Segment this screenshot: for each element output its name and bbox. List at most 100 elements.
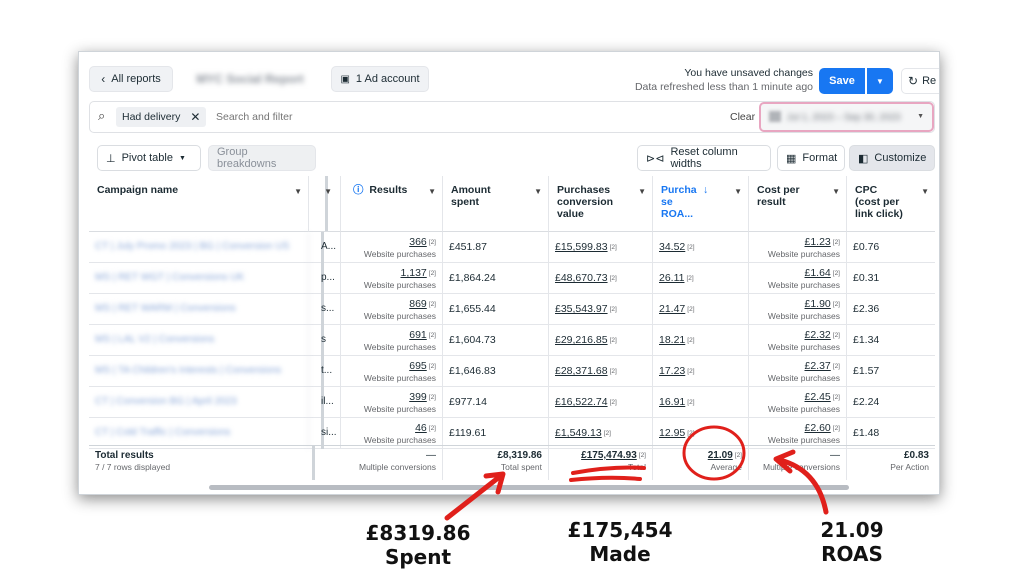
refresh-button[interactable]: ↻ Re: [901, 68, 939, 94]
campaign-name-cell[interactable]: MS | LAL V2 | Conversions: [89, 325, 309, 356]
totals-row: Total results 7 / 7 rows displayed — Mul…: [89, 445, 935, 480]
caret-down-icon: ▼: [178, 154, 186, 162]
results-cell: 869 [2] Website purchases: [341, 294, 443, 325]
results-cell: 695 [2] Website purchases: [341, 356, 443, 387]
pivot-table-button[interactable]: ⊥ Pivot table ▼: [97, 145, 201, 171]
column-header-amount-spent[interactable]: Amount spent ▼: [443, 176, 549, 232]
info-icon: [2]: [687, 243, 695, 251]
campaign-name-cell[interactable]: MS | TA Children's Interests | Conversio…: [89, 356, 309, 387]
sort-descending-icon[interactable]: ↓: [703, 184, 708, 196]
column-header-collapsed[interactable]: ▼: [315, 176, 341, 232]
info-icon: [2]: [687, 429, 695, 437]
info-icon: [2]: [603, 429, 611, 437]
table-row[interactable]: MS | RET WGT | Conversions UK p... 1,137…: [89, 263, 935, 294]
cost-per-result-cell: £1.64 [2] Website purchases: [749, 263, 847, 294]
refresh-icon: ↻: [908, 74, 919, 88]
campaign-name-cell[interactable]: CT | Conversion BG | April 2023: [89, 387, 309, 418]
caret-down-icon[interactable]: ▼: [921, 186, 929, 198]
annotation-roas: 21.09 ROAS: [820, 518, 884, 566]
report-name[interactable]: MYC Social Report: [179, 66, 321, 92]
back-to-all-reports-button[interactable]: ‹ All reports: [89, 66, 173, 92]
caret-down-icon[interactable]: ▼: [428, 186, 436, 198]
column-header-results[interactable]: ⓘ Results ▼: [341, 176, 443, 232]
group-breakdowns-button[interactable]: Group breakdowns: [208, 145, 316, 171]
table-row[interactable]: CT | July Promo 2023 | BG | Conversion U…: [89, 232, 935, 263]
info-icon: [2]: [428, 362, 436, 370]
info-icon: [2]: [687, 336, 695, 344]
table-row[interactable]: MS | LAL V2 | Conversions s 691 [2] Websi…: [89, 325, 935, 356]
info-icon: [2]: [687, 305, 695, 313]
purchases-conversion-value-cell: £48,670.73 [2]: [549, 263, 653, 294]
clear-filters-link[interactable]: Clear: [730, 111, 755, 123]
save-button[interactable]: Save: [819, 68, 865, 94]
column-header-purchases-conversion-value[interactable]: Purchases conversion value ▼: [549, 176, 653, 232]
purchase-roas-cell: 17.23 [2]: [653, 356, 749, 387]
info-icon[interactable]: ⓘ: [353, 184, 364, 196]
format-button[interactable]: ▦ Format: [777, 145, 845, 171]
info-icon: [2]: [428, 424, 436, 432]
collapsed-column-cell: A...: [315, 232, 341, 263]
caret-down-icon: ▼: [917, 113, 924, 120]
column-header-cpc[interactable]: CPC (cost per link click) ▼: [847, 176, 935, 232]
collapsed-column-cell: p...: [315, 263, 341, 294]
cpc-cell: £1.34: [853, 334, 880, 346]
amount-spent-cell: £1,646.83: [443, 356, 549, 387]
collapsed-column-cell: s...: [315, 294, 341, 325]
campaign-name-cell[interactable]: MS | RET WARM | Conversions: [89, 294, 309, 325]
customize-icon: ◧: [858, 152, 869, 165]
close-icon[interactable]: ✕: [190, 110, 200, 124]
info-icon: [2]: [686, 274, 694, 282]
info-icon: [2]: [609, 367, 617, 375]
cpc-cell: £0.76: [853, 241, 880, 253]
collapsed-column-cell: il...: [315, 387, 341, 418]
collapsed-column-cell: t...: [315, 356, 341, 387]
collapsed-column-cell: s: [315, 325, 341, 356]
amount-spent-cell: £977.14: [443, 387, 549, 418]
purchase-roas-cell: 26.11 [2]: [653, 263, 749, 294]
caret-down-icon[interactable]: ▼: [734, 186, 742, 198]
ad-account-selector[interactable]: ▣ 1 Ad account: [331, 66, 429, 92]
cost-per-result-cell: £2.32 [2] Website purchases: [749, 325, 847, 356]
purchases-conversion-value-cell: £15,599.83 [2]: [549, 232, 653, 263]
table-row[interactable]: MS | RET WARM | Conversions s... 869 [2] …: [89, 294, 935, 325]
campaign-name-cell[interactable]: MS | RET WGT | Conversions UK: [89, 263, 309, 294]
caret-down-icon[interactable]: ▼: [294, 186, 302, 198]
caret-down-icon[interactable]: ▼: [324, 186, 332, 198]
save-options-dropdown[interactable]: ▼: [867, 68, 893, 94]
annotation-made: £175,454 Made: [567, 518, 673, 566]
date-range-picker[interactable]: Jul 1, 2023 – Sep 30, 2023 ▼: [759, 102, 934, 132]
filter-chip-had-delivery[interactable]: Had delivery ✕: [116, 107, 207, 127]
ad-account-icon: ▣: [340, 73, 350, 85]
table-row[interactable]: MS | TA Children's Interests | Conversio…: [89, 356, 935, 387]
purchase-roas-cell: 16.91 [2]: [653, 387, 749, 418]
horizontal-scrollbar[interactable]: [209, 485, 849, 490]
info-icon: [2]: [734, 451, 742, 459]
caret-down-icon[interactable]: ▼: [832, 186, 840, 198]
column-header-purchase-roas[interactable]: Purcha se ROA... ↓ ▼: [653, 176, 749, 232]
column-header-campaign-name[interactable]: Campaign name ▼: [89, 176, 309, 232]
purchases-conversion-value-cell: £16,522.74 [2]: [549, 387, 653, 418]
campaign-name-cell[interactable]: CT | July Promo 2023 | BG | Conversion U…: [89, 232, 309, 263]
purchase-roas-cell: 34.52 [2]: [653, 232, 749, 263]
purchases-conversion-value-cell: £28,371.68 [2]: [549, 356, 653, 387]
cost-per-result-cell: £1.23 [2] Website purchases: [749, 232, 847, 263]
column-header-cost-per-result[interactable]: Cost per result ▼: [749, 176, 847, 232]
purchase-roas-cell: 21.47 [2]: [653, 294, 749, 325]
search-filter-input[interactable]: [216, 108, 516, 126]
info-icon: [2]: [609, 243, 617, 251]
info-icon: [2]: [428, 331, 436, 339]
cost-per-result-cell: £2.37 [2] Website purchases: [749, 356, 847, 387]
pivot-table-icon: ⊥: [106, 152, 116, 165]
customize-button[interactable]: ◧ Customize: [849, 145, 935, 171]
format-icon: ▦: [786, 152, 797, 165]
annotation-spent: £8319.86 Spent: [365, 521, 471, 569]
reset-column-widths-button[interactable]: ⊳⊲ Reset column widths: [637, 145, 771, 171]
info-icon: [2]: [428, 238, 436, 246]
results-cell: 691 [2] Website purchases: [341, 325, 443, 356]
totals-roas-cell: 21.09 [2] Average: [653, 446, 749, 480]
caret-down-icon[interactable]: ▼: [534, 186, 542, 198]
cost-per-result-cell: £1.90 [2] Website purchases: [749, 294, 847, 325]
caret-down-icon[interactable]: ▼: [638, 186, 646, 198]
table-row[interactable]: CT | Conversion BG | April 2023 il... 39…: [89, 387, 935, 418]
save-status: You have unsaved changes Data refreshed …: [634, 67, 813, 93]
